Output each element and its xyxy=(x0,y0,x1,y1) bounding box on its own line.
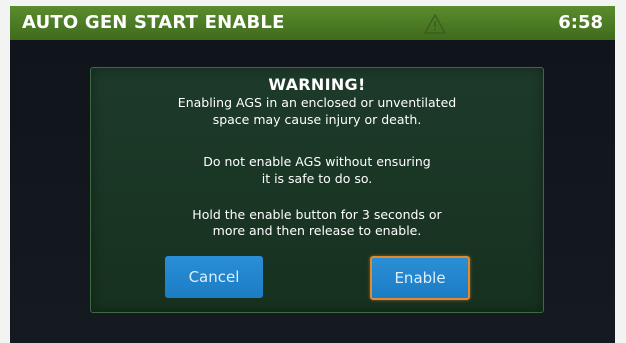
warning-dialog: WARNING! Enabling AGS in an enclosed or … xyxy=(90,67,544,313)
screen-title: AUTO GEN START ENABLE xyxy=(22,12,285,33)
dialog-line: more and then release to enable. xyxy=(212,223,422,238)
dialog-line: Enabling AGS in an enclosed or unventila… xyxy=(177,95,457,110)
dialog-line: Hold the enable button for 3 seconds or xyxy=(192,207,442,222)
dialog-line: space may cause injury or death. xyxy=(212,112,422,127)
enable-button[interactable]: Enable xyxy=(370,256,470,300)
clock: 6:58 xyxy=(558,12,603,33)
dialog-title: WARNING! xyxy=(268,75,366,94)
device-screen: AUTO GEN START ENABLE 6:58 WARNING! Enab… xyxy=(10,6,615,343)
dialog-line: Do not enable AGS without ensuring xyxy=(203,154,431,169)
dialog-line: it is safe to do so. xyxy=(261,171,373,186)
warning-triangle-icon xyxy=(424,14,446,34)
cancel-button[interactable]: Cancel xyxy=(165,256,263,298)
title-bar: AUTO GEN START ENABLE 6:58 xyxy=(10,6,615,40)
